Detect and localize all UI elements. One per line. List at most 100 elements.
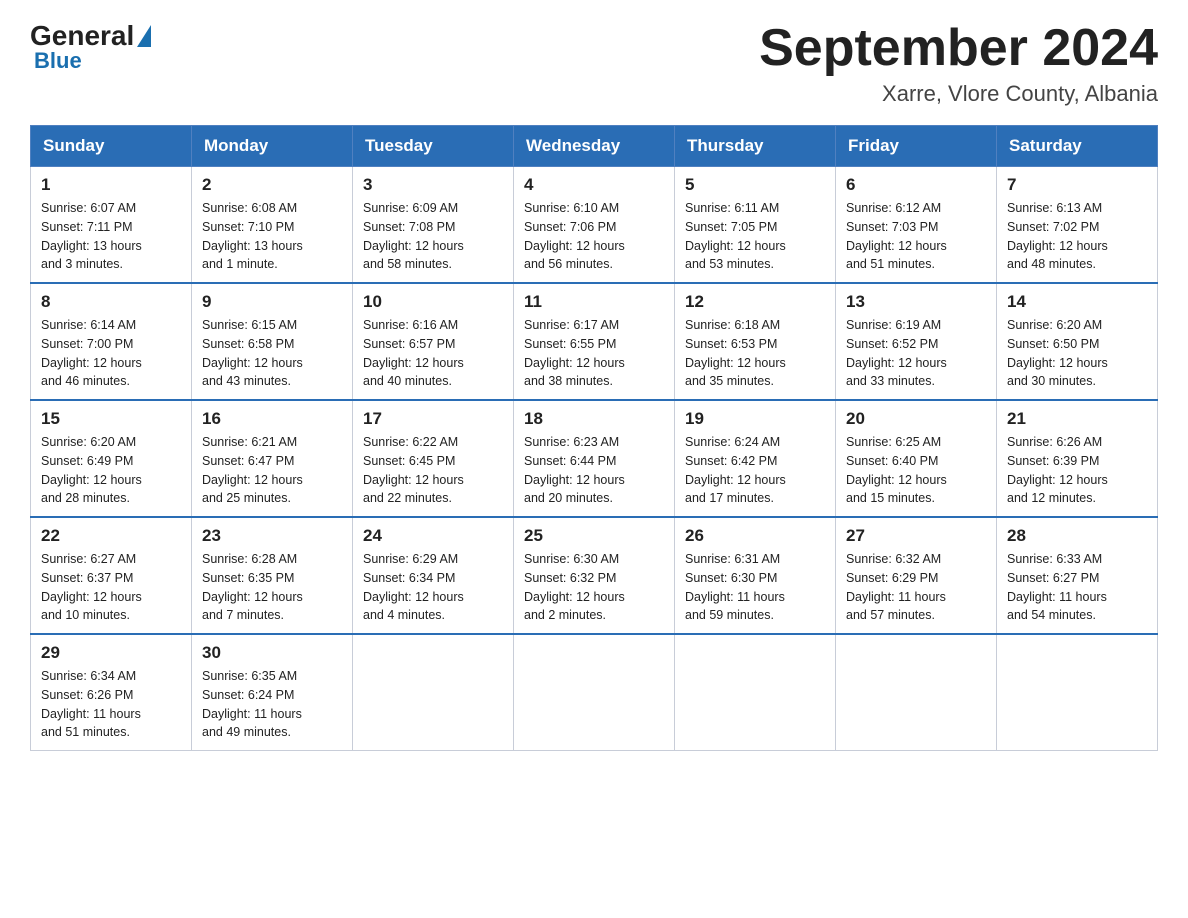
day-info: Sunrise: 6:18 AMSunset: 6:53 PMDaylight:… [685, 316, 825, 391]
day-info: Sunrise: 6:29 AMSunset: 6:34 PMDaylight:… [363, 550, 503, 625]
calendar-cell [353, 634, 514, 751]
day-number: 17 [363, 409, 503, 429]
calendar-cell: 24 Sunrise: 6:29 AMSunset: 6:34 PMDayligh… [353, 517, 514, 634]
calendar-cell: 4 Sunrise: 6:10 AMSunset: 7:06 PMDaylight… [514, 167, 675, 284]
day-info: Sunrise: 6:27 AMSunset: 6:37 PMDaylight:… [41, 550, 181, 625]
day-number: 4 [524, 175, 664, 195]
day-number: 5 [685, 175, 825, 195]
header-tuesday: Tuesday [353, 126, 514, 167]
calendar-cell: 19 Sunrise: 6:24 AMSunset: 6:42 PMDayligh… [675, 400, 836, 517]
day-info: Sunrise: 6:11 AMSunset: 7:05 PMDaylight:… [685, 199, 825, 274]
day-number: 3 [363, 175, 503, 195]
calendar-cell: 21Sunrise: 6:26 AMSunset: 6:39 PMDayligh… [997, 400, 1158, 517]
day-number: 20 [846, 409, 986, 429]
header-sunday: Sunday [31, 126, 192, 167]
day-number: 25 [524, 526, 664, 546]
page-header: General Blue September 2024 Xarre, Vlore… [30, 20, 1158, 107]
day-info: Sunrise: 6:09 AMSunset: 7:08 PMDaylight:… [363, 199, 503, 274]
day-info: Sunrise: 6:22 AMSunset: 6:45 PMDaylight:… [363, 433, 503, 508]
day-number: 12 [685, 292, 825, 312]
day-info: Sunrise: 6:34 AMSunset: 6:26 PMDaylight:… [41, 667, 181, 742]
calendar-cell: 30 Sunrise: 6:35 AMSunset: 6:24 PMDayligh… [192, 634, 353, 751]
day-info: Sunrise: 6:19 AMSunset: 6:52 PMDaylight:… [846, 316, 986, 391]
calendar-title: September 2024 [759, 20, 1158, 77]
calendar-cell: 18 Sunrise: 6:23 AMSunset: 6:44 PMDayligh… [514, 400, 675, 517]
day-info: Sunrise: 6:08 AMSunset: 7:10 PMDaylight:… [202, 199, 342, 274]
day-number: 14 [1007, 292, 1147, 312]
day-number: 30 [202, 643, 342, 663]
day-number: 8 [41, 292, 181, 312]
day-number: 1 [41, 175, 181, 195]
calendar-cell: 15 Sunrise: 6:20 AMSunset: 6:49 PMDayligh… [31, 400, 192, 517]
day-info: Sunrise: 6:21 AMSunset: 6:47 PMDaylight:… [202, 433, 342, 508]
day-info: Sunrise: 6:15 AMSunset: 6:58 PMDaylight:… [202, 316, 342, 391]
calendar-cell: 8 Sunrise: 6:14 AMSunset: 7:00 PMDaylight… [31, 283, 192, 400]
day-info: Sunrise: 6:35 AMSunset: 6:24 PMDaylight:… [202, 667, 342, 742]
calendar-cell: 12 Sunrise: 6:18 AMSunset: 6:53 PMDayligh… [675, 283, 836, 400]
day-number: 16 [202, 409, 342, 429]
day-number: 26 [685, 526, 825, 546]
calendar-cell [675, 634, 836, 751]
day-number: 2 [202, 175, 342, 195]
calendar-week-2: 8 Sunrise: 6:14 AMSunset: 7:00 PMDaylight… [31, 283, 1158, 400]
header-monday: Monday [192, 126, 353, 167]
day-info: Sunrise: 6:20 AMSunset: 6:49 PMDaylight:… [41, 433, 181, 508]
calendar-cell: 5 Sunrise: 6:11 AMSunset: 7:05 PMDaylight… [675, 167, 836, 284]
calendar-cell: 6 Sunrise: 6:12 AMSunset: 7:03 PMDaylight… [836, 167, 997, 284]
calendar-cell: 11 Sunrise: 6:17 AMSunset: 6:55 PMDayligh… [514, 283, 675, 400]
day-info: Sunrise: 6:25 AMSunset: 6:40 PMDaylight:… [846, 433, 986, 508]
day-number: 24 [363, 526, 503, 546]
day-number: 23 [202, 526, 342, 546]
calendar-cell: 14 Sunrise: 6:20 AMSunset: 6:50 PMDayligh… [997, 283, 1158, 400]
day-info: Sunrise: 6:23 AMSunset: 6:44 PMDaylight:… [524, 433, 664, 508]
calendar-location: Xarre, Vlore County, Albania [759, 81, 1158, 107]
day-info: Sunrise: 6:26 AMSunset: 6:39 PMDaylight:… [1007, 433, 1147, 508]
calendar-cell: 26 Sunrise: 6:31 AMSunset: 6:30 PMDayligh… [675, 517, 836, 634]
header-wednesday: Wednesday [514, 126, 675, 167]
day-info: Sunrise: 6:32 AMSunset: 6:29 PMDaylight:… [846, 550, 986, 625]
day-number: 11 [524, 292, 664, 312]
day-info: Sunrise: 6:20 AMSunset: 6:50 PMDaylight:… [1007, 316, 1147, 391]
logo-triangle-icon [137, 25, 151, 47]
calendar-cell: 2 Sunrise: 6:08 AMSunset: 7:10 PMDaylight… [192, 167, 353, 284]
calendar-cell [836, 634, 997, 751]
calendar-cell: 22 Sunrise: 6:27 AMSunset: 6:37 PMDayligh… [31, 517, 192, 634]
day-info: Sunrise: 6:13 AMSunset: 7:02 PMDaylight:… [1007, 199, 1147, 274]
day-number: 29 [41, 643, 181, 663]
calendar-cell: 1 Sunrise: 6:07 AMSunset: 7:11 PMDaylight… [31, 167, 192, 284]
day-number: 22 [41, 526, 181, 546]
day-info: Sunrise: 6:12 AMSunset: 7:03 PMDaylight:… [846, 199, 986, 274]
calendar-cell [514, 634, 675, 751]
day-number: 10 [363, 292, 503, 312]
day-info: Sunrise: 6:14 AMSunset: 7:00 PMDaylight:… [41, 316, 181, 391]
day-number: 28 [1007, 526, 1147, 546]
calendar-cell: 20 Sunrise: 6:25 AMSunset: 6:40 PMDayligh… [836, 400, 997, 517]
calendar-cell: 23Sunrise: 6:28 AMSunset: 6:35 PMDayligh… [192, 517, 353, 634]
day-number: 15 [41, 409, 181, 429]
day-info: Sunrise: 6:31 AMSunset: 6:30 PMDaylight:… [685, 550, 825, 625]
calendar-cell: 13 Sunrise: 6:19 AMSunset: 6:52 PMDayligh… [836, 283, 997, 400]
day-info: Sunrise: 6:10 AMSunset: 7:06 PMDaylight:… [524, 199, 664, 274]
calendar-week-1: 1 Sunrise: 6:07 AMSunset: 7:11 PMDaylight… [31, 167, 1158, 284]
day-info: Sunrise: 6:33 AMSunset: 6:27 PMDaylight:… [1007, 550, 1147, 625]
header-thursday: Thursday [675, 126, 836, 167]
day-info: Sunrise: 6:17 AMSunset: 6:55 PMDaylight:… [524, 316, 664, 391]
calendar-header-row: SundayMondayTuesdayWednesdayThursdayFrid… [31, 126, 1158, 167]
day-number: 13 [846, 292, 986, 312]
calendar-cell [997, 634, 1158, 751]
header-friday: Friday [836, 126, 997, 167]
day-number: 27 [846, 526, 986, 546]
day-info: Sunrise: 6:07 AMSunset: 7:11 PMDaylight:… [41, 199, 181, 274]
calendar-week-5: 29 Sunrise: 6:34 AMSunset: 6:26 PMDayligh… [31, 634, 1158, 751]
day-number: 6 [846, 175, 986, 195]
day-number: 18 [524, 409, 664, 429]
calendar-cell: 25 Sunrise: 6:30 AMSunset: 6:32 PMDayligh… [514, 517, 675, 634]
logo: General Blue [30, 20, 153, 74]
day-info: Sunrise: 6:30 AMSunset: 6:32 PMDaylight:… [524, 550, 664, 625]
day-info: Sunrise: 6:16 AMSunset: 6:57 PMDaylight:… [363, 316, 503, 391]
day-info: Sunrise: 6:24 AMSunset: 6:42 PMDaylight:… [685, 433, 825, 508]
day-number: 19 [685, 409, 825, 429]
calendar-week-3: 15 Sunrise: 6:20 AMSunset: 6:49 PMDayligh… [31, 400, 1158, 517]
calendar-cell: 29 Sunrise: 6:34 AMSunset: 6:26 PMDayligh… [31, 634, 192, 751]
calendar-cell: 10 Sunrise: 6:16 AMSunset: 6:57 PMDayligh… [353, 283, 514, 400]
